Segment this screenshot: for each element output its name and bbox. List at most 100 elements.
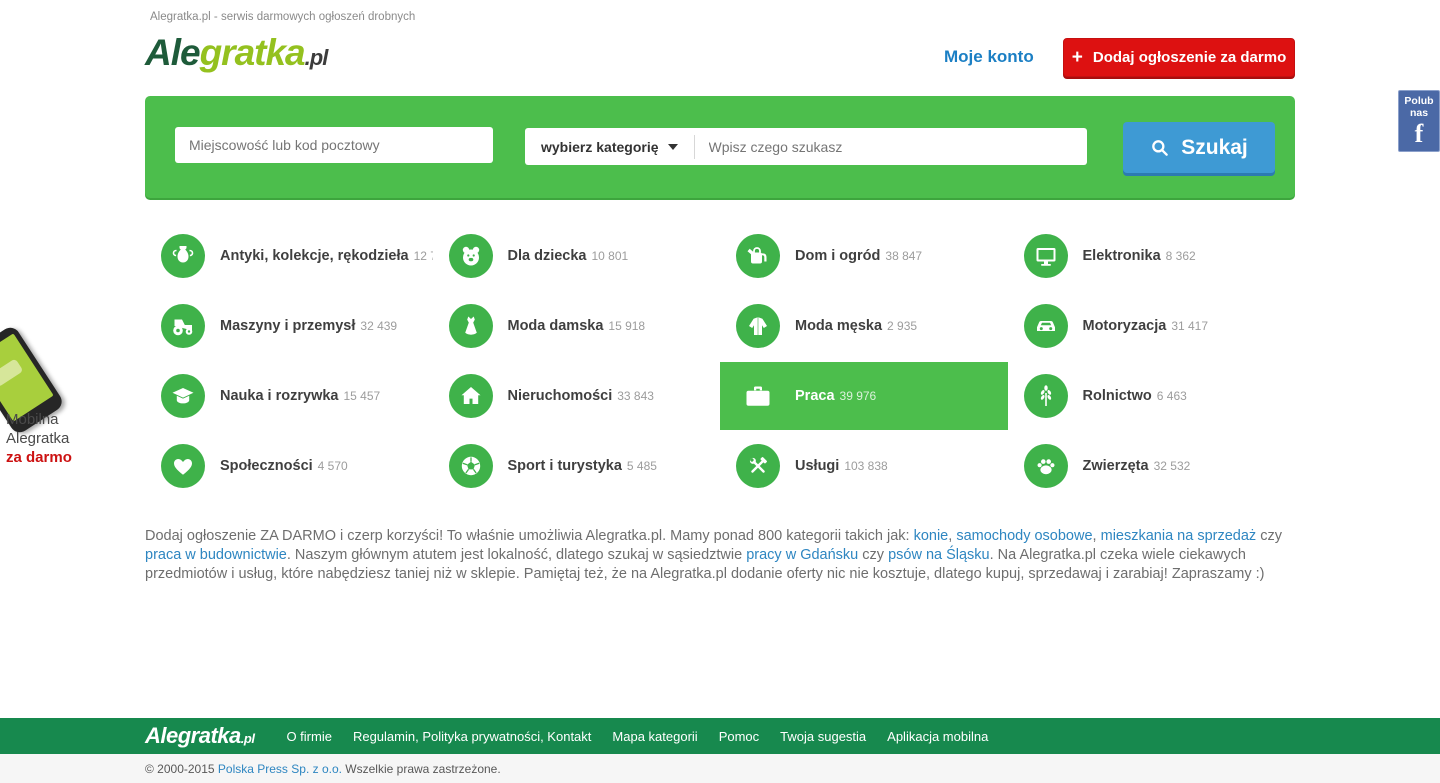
category-name: Usługi — [795, 458, 839, 474]
category-name: Dom i ogród — [795, 248, 880, 264]
heart-icon — [161, 444, 205, 488]
category-dla-dziecka[interactable]: Dla dziecka 10 801 — [433, 222, 721, 290]
house-icon — [449, 374, 493, 418]
paw-icon — [1024, 444, 1068, 488]
category-rolnictwo[interactable]: Rolnictwo6 463 — [1008, 362, 1296, 430]
category-name: Moda męska — [795, 318, 882, 334]
briefcase-icon — [736, 374, 780, 418]
category-grid: Antyki, kolekcje, rękodzieła12 794 Dla d… — [145, 222, 1295, 500]
category-praca[interactable]: Praca 39 976 — [720, 362, 1008, 430]
category-name: Nauka i rozrywka — [220, 388, 338, 404]
footer-link-o-firmie[interactable]: O firmie — [286, 729, 332, 744]
category-name: Maszyny i przemysł — [220, 318, 355, 334]
category-dropdown[interactable]: wybierz kategorię — [525, 128, 694, 165]
category-count: 15 918 — [608, 319, 645, 333]
copyright-text: © 2000-2015 — [145, 762, 218, 776]
category-name: Zwierzęta — [1083, 458, 1149, 474]
search-button-label: Szukaj — [1181, 136, 1248, 160]
footer-link-aplikacja-mobilna[interactable]: Aplikacja mobilna — [887, 729, 988, 744]
link-praca-w-budownictwie[interactable]: praca w budownictwie — [145, 547, 287, 563]
add-listing-label: Dodaj ogłoszenie za darmo — [1093, 49, 1286, 66]
rights-text: Wszelkie prawa zastrzeżone. — [342, 762, 501, 776]
footer-link-regulamin[interactable]: Regulamin, Polityka prywatności, Kontakt — [353, 729, 591, 744]
category-name: Praca — [795, 388, 835, 404]
category-count: 38 847 — [885, 249, 922, 263]
my-account-link[interactable]: Moje konto — [944, 47, 1034, 67]
add-listing-button[interactable]: + Dodaj ogłoszenie za darmo — [1063, 38, 1295, 77]
tractor-icon — [161, 304, 205, 348]
tools-icon — [736, 444, 780, 488]
category-nauka[interactable]: Nauka i rozrywka 15 457 — [145, 362, 433, 430]
alegratka-homepage: Alegratka.pl - serwis darmowych ogłoszeń… — [0, 0, 1440, 783]
link-pracy-w-gdansku[interactable]: pracy w Gdańsku — [746, 547, 858, 563]
facebook-icon: f — [1399, 121, 1439, 147]
logo-part-ale: Ale — [145, 32, 200, 73]
category-name: Moda damska — [508, 318, 604, 334]
category-count: 12 794 — [414, 249, 433, 263]
seo-text: czy — [1256, 528, 1282, 544]
category-nieruchomosci[interactable]: Nieruchomości 33 843 — [433, 362, 721, 430]
footer-link-twoja-sugestia[interactable]: Twoja sugestia — [780, 729, 866, 744]
search-combo: wybierz kategorię — [525, 128, 1087, 165]
category-count: 4 570 — [318, 459, 348, 473]
category-moda-damska[interactable]: Moda damska 15 918 — [433, 292, 721, 360]
search-query-input[interactable] — [695, 139, 1088, 155]
site-logo[interactable]: Alegratka.pl — [145, 34, 327, 71]
category-count: 6 463 — [1157, 389, 1187, 403]
category-name: Elektronika — [1083, 248, 1161, 264]
category-name: Nieruchomości — [508, 388, 613, 404]
category-sport[interactable]: Sport i turystyka 5 485 — [433, 432, 721, 500]
link-mieszkania-na-sprzedaz[interactable]: mieszkania na sprzedaż — [1101, 528, 1257, 544]
category-count: 33 843 — [617, 389, 654, 403]
car-icon — [1024, 304, 1068, 348]
category-moda-meska[interactable]: Moda męska2 935 — [720, 292, 1008, 360]
location-input[interactable] — [175, 127, 493, 163]
category-zwierzeta[interactable]: Zwierzęta32 532 — [1008, 432, 1296, 500]
footer-logo-text: Alegratka — [145, 723, 241, 748]
category-count: 5 485 — [627, 459, 657, 473]
footer-link-pomoc[interactable]: Pomoc — [719, 729, 759, 744]
link-konie[interactable]: konie — [914, 528, 949, 544]
category-dom-i-ogrod[interactable]: Dom i ogród 38 847 — [720, 222, 1008, 290]
category-count: 10 801 — [592, 249, 629, 263]
footer: Alegratka.pl O firmie Regulamin, Polityk… — [0, 718, 1440, 754]
category-elektronika[interactable]: Elektronika 8 362 — [1008, 222, 1296, 290]
category-spolecznosci[interactable]: Społeczności4 570 — [145, 432, 433, 500]
category-name: Dla dziecka — [508, 248, 587, 264]
promo-line1: Mobilna — [6, 410, 72, 429]
footer-logo-suffix: .pl — [241, 731, 255, 746]
category-uslugi[interactable]: Usługi103 838 — [720, 432, 1008, 500]
monitor-icon — [1024, 234, 1068, 278]
seo-text: , — [1093, 528, 1101, 544]
category-motoryzacja[interactable]: Motoryzacja31 417 — [1008, 292, 1296, 360]
category-name: Sport i turystyka — [508, 458, 622, 474]
watering-can-icon — [736, 234, 780, 278]
facebook-like-badge[interactable]: Polub nas f — [1398, 90, 1440, 152]
mobile-promo-text: Mobilna Alegratka za darmo — [6, 410, 72, 467]
seo-paragraph: Dodaj ogłoszenie ZA DARMO i czerp korzyś… — [145, 527, 1295, 584]
link-samochody-osobowe[interactable]: samochody osobowe — [956, 528, 1092, 544]
category-count: 8 362 — [1166, 249, 1196, 263]
footer-logo[interactable]: Alegratka.pl — [145, 723, 254, 749]
logo-part-pl: .pl — [305, 45, 328, 70]
category-count: 39 976 — [840, 389, 877, 403]
chevron-down-icon — [668, 144, 678, 150]
link-psow-na-slasku[interactable]: psów na Śląsku — [888, 547, 990, 563]
company-link[interactable]: Polska Press Sp. z o.o. — [218, 762, 342, 776]
plus-icon: + — [1072, 48, 1083, 67]
promo-line2: Alegratka — [6, 429, 72, 448]
category-maszyny[interactable]: Maszyny i przemysł 32 439 — [145, 292, 433, 360]
seo-text: . Naszym głównym atutem jest lokalność, … — [287, 547, 746, 563]
teddy-bear-icon — [449, 234, 493, 278]
footer-link-mapa-kategorii[interactable]: Mapa kategorii — [612, 729, 697, 744]
seo-text: czy — [858, 547, 888, 563]
graduation-cap-icon — [161, 374, 205, 418]
seo-text: Dodaj ogłoszenie ZA DARMO i czerp korzyś… — [145, 528, 914, 544]
wheat-icon — [1024, 374, 1068, 418]
search-button[interactable]: Szukaj — [1123, 122, 1275, 173]
category-antyki[interactable]: Antyki, kolekcje, rękodzieła12 794 — [145, 222, 433, 290]
site-tagline: Alegratka.pl - serwis darmowych ogłoszeń… — [150, 11, 415, 23]
category-count: 32 439 — [360, 319, 397, 333]
category-count: 15 457 — [343, 389, 380, 403]
facebook-badge-line2: nas — [1399, 107, 1439, 119]
